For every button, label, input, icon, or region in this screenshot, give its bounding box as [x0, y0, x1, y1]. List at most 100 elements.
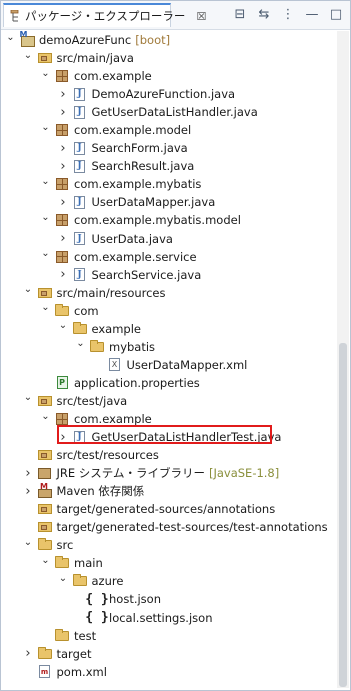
tree-item[interactable]: ⌄ com.example	[1, 410, 336, 428]
vertical-scrollbar[interactable]	[337, 31, 349, 688]
collapsed-chevron-icon[interactable]: ›	[23, 646, 34, 661]
expanded-chevron-icon[interactable]: ⌄	[40, 66, 51, 80]
tree-item-label: SearchResult.java	[91, 159, 195, 174]
scrollbar-thumb[interactable]	[339, 343, 347, 687]
tree-item[interactable]: › J UserData.java	[1, 230, 336, 248]
view-toolbar: ⊟ ⇆ ⋮ — □	[232, 6, 344, 22]
collapsed-chevron-icon[interactable]: ›	[58, 267, 69, 282]
tree-item[interactable]: ⌄ com.example.mybatis	[1, 175, 336, 193]
expanded-chevron-icon[interactable]: ⌄	[58, 571, 69, 585]
tree-item[interactable]: ⌄ example	[1, 320, 336, 338]
tree-item[interactable]: › J SearchForm.java	[1, 139, 336, 157]
expanded-chevron-icon[interactable]: ⌄	[23, 535, 34, 549]
expanded-chevron-icon[interactable]: ⌄	[23, 391, 34, 405]
tree-item[interactable]: › JRE システム・ライブラリー [JavaSE-1.8]	[1, 464, 336, 482]
tab-package-explorer[interactable]: パッケージ・エクスプローラー ☒	[3, 3, 206, 27]
tree-item[interactable]: X UserDataMapper.xml	[1, 356, 336, 374]
tree-item[interactable]: ⌄ src/main/resources	[1, 284, 336, 302]
tree-item[interactable]: ⌄ src/test/java	[1, 392, 336, 410]
collapsed-chevron-icon[interactable]: ›	[58, 87, 69, 102]
expanded-chevron-icon[interactable]: ⌄	[40, 120, 51, 134]
expanded-chevron-icon[interactable]: ⌄	[75, 337, 86, 351]
tree-item[interactable]: ⌄ src/main/java	[1, 49, 336, 67]
collapsed-chevron-icon[interactable]: ›	[58, 105, 69, 120]
jre-version-decoration: [JavaSE-1.8]	[208, 466, 280, 481]
folder-icon	[89, 339, 105, 355]
tree-item[interactable]: target/generated-sources/annotations	[1, 500, 336, 518]
tree-item[interactable]: { } host.json	[1, 590, 336, 608]
source-folder-icon	[37, 285, 53, 301]
collapsed-chevron-icon[interactable]: ›	[23, 466, 34, 481]
tree-item[interactable]: › target	[1, 645, 336, 663]
maven-dependencies-icon	[37, 482, 53, 499]
tree-item-label: com.example.service	[74, 249, 197, 264]
source-folder-icon	[37, 447, 53, 463]
tree-item[interactable]: m pom.xml	[1, 663, 336, 681]
expanded-chevron-icon[interactable]: ⌄	[40, 409, 51, 423]
tree-item[interactable]: Papplication.properties	[1, 374, 336, 392]
collapse-all-icon[interactable]: ⊟	[232, 6, 248, 22]
tree-item-label: com.example.mybatis.model	[74, 213, 241, 228]
expanded-chevron-icon[interactable]: ⌄	[23, 48, 34, 62]
properties-file-icon: P	[54, 375, 70, 391]
tree-item[interactable]: ⌄ demoAzureFunc[boot]	[1, 30, 336, 49]
tree-item-label: test	[74, 628, 97, 643]
tree-item[interactable]: ⌄ azure	[1, 572, 336, 590]
tree-item[interactable]: ⌄ com.example.service	[1, 248, 336, 266]
package-icon	[54, 411, 70, 427]
tree-item[interactable]: › J SearchResult.java	[1, 157, 336, 175]
expanded-chevron-icon[interactable]: ⌄	[40, 210, 51, 224]
tree-item-label: src/main/java	[56, 51, 134, 66]
expanded-chevron-icon[interactable]: ⌄	[40, 301, 51, 315]
tree-item[interactable]: { } local.settings.json	[1, 609, 336, 627]
tree-item[interactable]: ⌄ mybatis	[1, 338, 336, 356]
view-menu-icon[interactable]: ⋮	[280, 6, 296, 22]
tree-item-label: src/test/resources	[56, 448, 159, 463]
tree-item[interactable]: ⌄ com	[1, 302, 336, 320]
tree-item[interactable]: › Maven 依存関係	[1, 482, 336, 500]
tree-item-label: src	[56, 538, 74, 553]
expanded-chevron-icon[interactable]: ⌄	[40, 553, 51, 567]
tree-item[interactable]: › J UserDataMapper.java	[1, 193, 336, 211]
collapsed-chevron-icon[interactable]: ›	[58, 141, 69, 156]
minimize-icon[interactable]: —	[304, 6, 320, 22]
package-icon	[54, 122, 70, 138]
collapsed-chevron-icon[interactable]: ›	[58, 159, 69, 174]
folder-icon	[72, 321, 88, 337]
maximize-icon[interactable]: □	[328, 6, 344, 22]
expanded-chevron-icon[interactable]: ⌄	[58, 319, 69, 333]
expanded-chevron-icon[interactable]: ⌄	[40, 174, 51, 188]
collapsed-chevron-icon[interactable]: ›	[58, 195, 69, 210]
collapsed-chevron-icon[interactable]: ›	[58, 430, 69, 445]
tree-item[interactable]: ⌄ src	[1, 536, 336, 554]
tree-item[interactable]: ⌄ com.example	[1, 67, 336, 85]
folder-icon	[37, 646, 53, 662]
tree-item[interactable]: › J DemoAzureFunction.java	[1, 85, 336, 103]
collapsed-chevron-icon[interactable]: ›	[58, 231, 69, 246]
tree-item[interactable]: src/test/resources	[1, 446, 336, 464]
package-icon	[54, 68, 70, 84]
tree-item-label: com	[74, 303, 99, 318]
tree-item[interactable]: target/generated-test-sources/test-annot…	[1, 518, 336, 536]
expanded-chevron-icon[interactable]: ⌄	[40, 247, 51, 261]
tree-item[interactable]: test	[1, 627, 336, 645]
link-with-editor-icon[interactable]: ⇆	[256, 6, 272, 22]
tree-item[interactable]: › J SearchService.java	[1, 266, 336, 284]
tree-item-label: host.json	[109, 592, 161, 607]
folder-icon	[54, 303, 70, 319]
project-tree[interactable]: ⌄ demoAzureFunc[boot] ⌄ src/main/java ⌄ com.e…	[1, 30, 336, 688]
tree-item[interactable]: › J GetUserDataListHandler.java	[1, 103, 336, 121]
java-file-icon: J	[72, 194, 88, 210]
collapsed-chevron-icon[interactable]: ›	[23, 484, 34, 499]
expanded-chevron-icon[interactable]: ⌄	[23, 283, 34, 297]
tree-item[interactable]: ⌄ main	[1, 554, 336, 572]
tree-item[interactable]: › J GetUserDataListHandlerTest.java	[1, 428, 336, 446]
tree-item[interactable]: ⌄ com.example.mybatis.model	[1, 211, 336, 229]
expanded-chevron-icon[interactable]: ⌄	[5, 30, 16, 44]
package-explorer-view: パッケージ・エクスプローラー ☒ ⊟ ⇆ ⋮ — □ ⌄ demoAzureFun…	[0, 0, 351, 691]
tree-item[interactable]: ⌄ com.example.model	[1, 121, 336, 139]
close-icon[interactable]: ☒	[196, 10, 206, 23]
